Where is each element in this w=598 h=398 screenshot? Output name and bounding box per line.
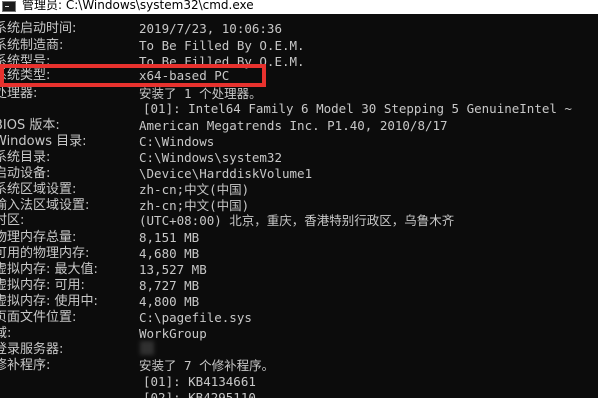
windows-dir-label: Windows 目录: — [0, 134, 87, 149]
boot-time-label: 系统启动时间: — [0, 21, 77, 36]
vm-available-value: 8,727 MB — [139, 278, 200, 293]
window-title: 管理员: C:\Windows\system32\cmd.exe — [22, 0, 254, 12]
boot-time-row: 系统启动时间: 2019/7/23, 10:06:36 — [0, 21, 598, 37]
available-memory-label: 可用的物理内存: — [0, 246, 90, 261]
vm-available-row: 虚拟内存: 可用: 8,727 MB — [0, 278, 598, 294]
system-dir-value: C:\Windows\system32 — [139, 150, 282, 165]
highlight-annotation-box — [0, 64, 266, 87]
hotfix-value: 安装了 7 个修补程序。 — [139, 358, 275, 373]
pagefile-label: 页面文件位置: — [0, 310, 77, 325]
domain-value: WorkGroup — [139, 326, 207, 341]
locale-label: 系统区域设置: — [0, 182, 77, 197]
hotfix-row: 修补程序: 安装了 7 个修补程序。 — [0, 358, 598, 374]
processor-detail-row: [01]: Intel64 Family 6 Model 30 Stepping… — [0, 101, 598, 117]
window-titlebar[interactable]: 管理员: C:\Windows\system32\cmd.exe — [0, 0, 598, 14]
vm-in-use-value: 4,800 MB — [139, 294, 200, 309]
logon-server-label: 登录服务器: — [0, 342, 64, 357]
hotfix-item-1-row: [01]: KB4134661 — [0, 374, 598, 390]
domain-row: 域: WorkGroup — [0, 326, 598, 342]
processor-value: 安装了 1 个处理器。 — [139, 86, 262, 101]
timezone-value: (UTC+08:00) 北京，重庆，香港特别行政区，乌鲁木齐 — [139, 213, 455, 228]
bios-value: American Megatrends Inc. P1.40, 2010/8/1… — [139, 118, 448, 133]
pagefile-row: 页面文件位置: C:\pagefile.sys — [0, 310, 598, 326]
boot-device-label: 启动设备: — [0, 166, 51, 181]
boot-device-value: \Device\HarddiskVolume1 — [139, 166, 313, 181]
system-dir-label: 系统目录: — [0, 150, 51, 165]
vm-available-label: 虚拟内存: 可用: — [0, 278, 85, 293]
pagefile-value: C:\pagefile.sys — [139, 310, 252, 325]
vm-max-label: 虚拟内存: 最大值: — [0, 262, 98, 277]
vm-max-row: 虚拟内存: 最大值: 13,527 MB — [0, 262, 598, 278]
total-memory-value: 8,151 MB — [139, 230, 200, 245]
logon-server-row: 登录服务器: — [0, 342, 598, 358]
hotfix-label: 修补程序: — [0, 358, 51, 373]
manufacturer-label: 系统制造商: — [0, 38, 64, 53]
boot-time-value: 2019/7/23, 10:06:36 — [139, 21, 282, 36]
available-memory-value: 4,680 MB — [139, 246, 200, 261]
hotfix-item: [01]: KB4134661 — [143, 374, 256, 389]
console-output[interactable]: 系统启动时间: 2019/7/23, 10:06:36 系统制造商: To Be… — [0, 0, 598, 398]
total-memory-label: 物理内存总量: — [0, 230, 77, 245]
total-memory-row: 物理内存总量: 8,151 MB — [0, 230, 598, 246]
timezone-row: 时区: (UTC+08:00) 北京，重庆，香港特别行政区，乌鲁木齐 — [0, 213, 598, 229]
bios-row: BIOS 版本: American Megatrends Inc. P1.40,… — [0, 118, 598, 134]
boot-device-row: 启动设备: \Device\HarddiskVolume1 — [0, 166, 598, 182]
processor-row: 处理器: 安装了 1 个处理器。 — [0, 86, 598, 102]
locale-row: 系统区域设置: zh-cn;中文(中国) — [0, 182, 598, 198]
manufacturer-row: 系统制造商: To Be Filled By O.E.M. — [0, 38, 598, 54]
available-memory-row: 可用的物理内存: 4,680 MB — [0, 246, 598, 262]
processor-detail: [01]: Intel64 Family 6 Model 30 Stepping… — [143, 101, 572, 116]
vm-max-value: 13,527 MB — [139, 262, 207, 277]
redacted-logon-server — [140, 341, 154, 355]
vm-in-use-label: 虚拟内存: 使用中: — [0, 294, 98, 309]
cmd-icon — [2, 1, 16, 12]
windows-dir-row: Windows 目录: C:\Windows — [0, 134, 598, 150]
timezone-label: 时区: — [0, 213, 25, 228]
vm-in-use-row: 虚拟内存: 使用中: 4,800 MB — [0, 294, 598, 310]
input-locale-row: 输入法区域设置: zh-cn;中文(中国) — [0, 198, 598, 214]
processor-label: 处理器: — [0, 86, 38, 101]
locale-value: zh-cn;中文(中国) — [139, 182, 250, 197]
hotfix-item: [02]: KB4295110 — [143, 390, 256, 398]
input-locale-value: zh-cn;中文(中国) — [139, 198, 250, 213]
hotfix-item-2-row: [02]: KB4295110 — [0, 390, 598, 398]
input-locale-label: 输入法区域设置: — [0, 198, 90, 213]
domain-label: 域: — [0, 326, 12, 341]
manufacturer-value: To Be Filled By O.E.M. — [139, 38, 305, 53]
bios-label: BIOS 版本: — [0, 118, 60, 133]
system-dir-row: 系统目录: C:\Windows\system32 — [0, 150, 598, 166]
windows-dir-value: C:\Windows — [139, 134, 215, 149]
